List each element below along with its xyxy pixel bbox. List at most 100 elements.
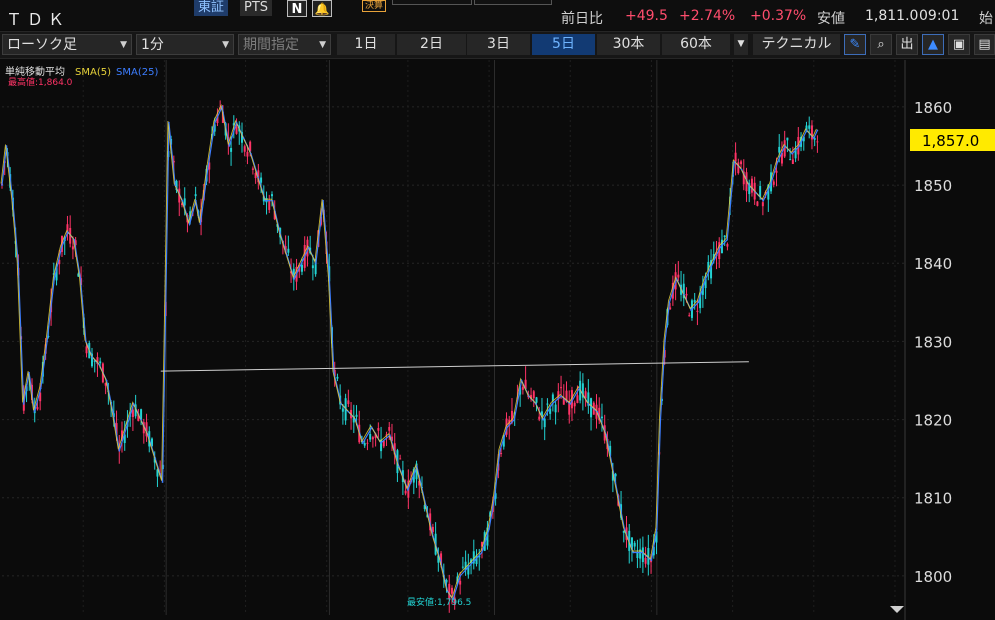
data-point [206, 168, 209, 171]
data-point [286, 254, 288, 257]
data-point [322, 199, 324, 202]
data-point [711, 262, 714, 265]
data-point [697, 301, 700, 304]
chart-series [0, 100, 819, 613]
data-point [371, 426, 373, 429]
data-point [328, 278, 331, 280]
market-tab-tse[interactable]: 東証 [194, 0, 229, 16]
range-3d[interactable]: 3日 [467, 34, 530, 55]
candle-body [633, 542, 636, 547]
range-more-chevron-icon[interactable]: ▼ [734, 34, 748, 55]
candle-body [347, 400, 350, 405]
candle-body [816, 141, 819, 143]
data-point [112, 410, 114, 413]
interval-select[interactable]: 1分 ▼ [136, 34, 234, 55]
earnings-badge[interactable]: 決算 [362, 0, 387, 12]
candle-body [740, 161, 743, 165]
data-point [73, 238, 75, 241]
zoom-icon[interactable]: ⌕ [870, 34, 892, 55]
layout-icon[interactable]: ▤ [974, 34, 995, 55]
info-field-1 [392, 0, 472, 5]
data-point [271, 199, 274, 202]
candle-body [538, 416, 541, 420]
candle-body [573, 402, 576, 407]
candle-body [404, 490, 407, 494]
data-point [293, 278, 296, 280]
data-point [188, 223, 191, 225]
candle-body [723, 235, 726, 237]
output-button[interactable]: 出 [896, 34, 918, 55]
chevron-down-icon: ▼ [319, 40, 326, 50]
candle-body [85, 346, 88, 354]
candle-body [688, 315, 691, 317]
candle-body [808, 125, 811, 129]
news-icon[interactable]: N [287, 0, 307, 17]
data-point [340, 403, 342, 405]
data-point [347, 410, 350, 413]
range-1d[interactable]: 1日 [337, 34, 395, 55]
candle-body [246, 151, 249, 157]
period-select[interactable]: 期間指定 ▼ [238, 34, 331, 55]
area-chart-icon[interactable]: ▲ [922, 34, 944, 55]
data-point [250, 153, 252, 155]
last-price-tag: 1,857.0 [910, 129, 995, 151]
chart-type-select[interactable]: ローソク足 ▼ [2, 34, 132, 55]
data-point [596, 410, 599, 413]
range-60-bars[interactable]: 60本 [662, 34, 730, 55]
data-point [798, 145, 801, 147]
candle-body [363, 442, 366, 446]
candle-body [696, 310, 699, 312]
alert-bell-icon[interactable]: 🔔 [312, 0, 332, 17]
data-point [425, 504, 427, 507]
range-30-bars[interactable]: 30本 [597, 34, 660, 55]
candle-body [789, 159, 792, 161]
chart-toolbar: ローソク足 ▼ 1分 ▼ 期間指定 ▼ 1日 2日 3日 5日 30本 60本 … [0, 31, 995, 59]
data-point [147, 434, 149, 437]
legend-sma25: SMA(25) [116, 67, 158, 78]
data-point [784, 145, 786, 147]
period-value: 期間指定 [243, 37, 299, 53]
candle-body [251, 168, 254, 170]
data-point [569, 403, 572, 405]
data-point [174, 184, 176, 186]
quote-trailing: 始 [979, 11, 993, 27]
data-point [79, 278, 82, 280]
candle-body [369, 434, 372, 440]
candle-body [535, 397, 538, 403]
data-point [307, 246, 310, 249]
candle-body [521, 386, 524, 390]
data-point [354, 418, 357, 421]
data-point [605, 434, 608, 437]
range-2d[interactable]: 2日 [397, 34, 466, 55]
data-point [488, 528, 490, 530]
chevron-down-icon: ▼ [120, 40, 127, 50]
data-point [762, 199, 765, 202]
data-point [748, 184, 750, 186]
candle-body [737, 162, 740, 174]
data-point [513, 418, 516, 421]
candle-body [287, 248, 290, 253]
data-point [5, 145, 8, 147]
y-tick-label: 1820 [914, 412, 952, 430]
data-point [235, 121, 238, 124]
data-point [733, 160, 736, 163]
y-tick-label: 1810 [914, 490, 952, 508]
market-tab-pts[interactable]: PTS [240, 0, 273, 16]
save-icon[interactable]: ▣ [948, 34, 970, 55]
price-chart[interactable]: 1800 1810 1820 1830 1840 1850 1860 単純移動平均 SMA(… [0, 60, 995, 620]
data-point [91, 356, 93, 358]
range-5d[interactable]: 5日 [532, 34, 595, 55]
data-point [650, 559, 653, 562]
data-point [214, 121, 216, 124]
data-point [704, 278, 707, 280]
data-point [53, 278, 56, 280]
technical-button[interactable]: テクニカル [753, 34, 840, 55]
candle-body [300, 264, 303, 272]
data-point [257, 176, 259, 179]
scroll-down-icon[interactable] [890, 606, 904, 613]
candle-body [543, 418, 546, 428]
change-pct: +2.74% [679, 8, 736, 24]
data-point [755, 192, 757, 194]
draw-pen-icon[interactable]: ✎ [844, 34, 866, 55]
y-tick-label: 1860 [914, 99, 952, 117]
